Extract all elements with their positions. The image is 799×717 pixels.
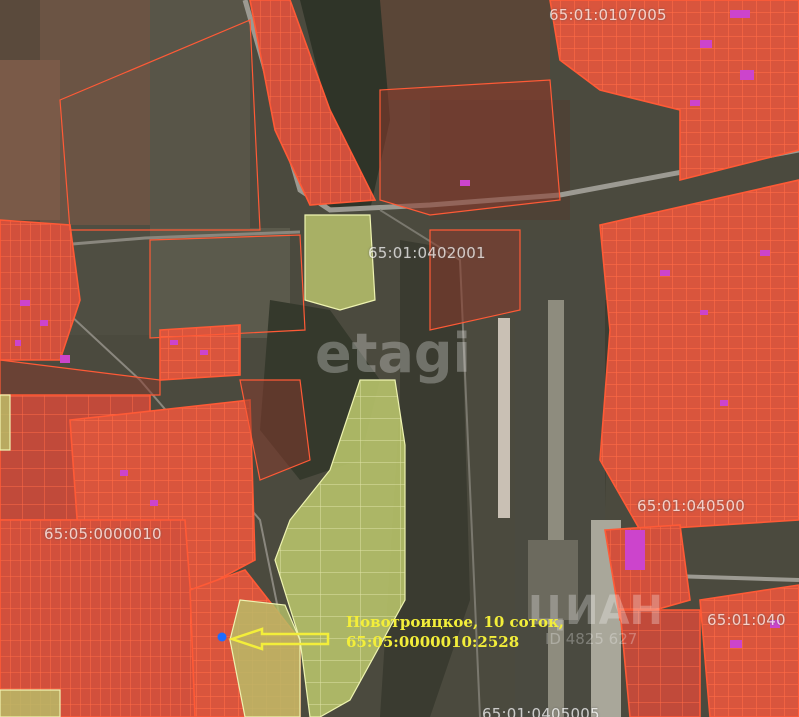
- annotation-line-1: Новотроицкое, 10 соток,: [346, 613, 565, 631]
- location-marker[interactable]: [217, 632, 227, 642]
- cadastral-map[interactable]: 65:01:0107005 65:01:0402001 65:05:000001…: [0, 0, 799, 717]
- annotation-line-2: 65:05:0000010:2528: [346, 633, 520, 651]
- parcel-label: 65:01:0405005: [482, 705, 600, 717]
- etagi-watermark: etagi: [315, 322, 472, 385]
- parcel-label: 65:01:0402001: [368, 244, 486, 262]
- parcel-label: 65:01:040: [707, 611, 786, 629]
- parcel-label: 65:05:0000010: [44, 525, 162, 543]
- parcel-label: 65:01:0107005: [549, 6, 667, 24]
- parcel-label: 65:01:040500: [637, 497, 745, 515]
- listing-annotation: Новотроицкое, 10 соток, 65:05:0000010:25…: [346, 612, 564, 652]
